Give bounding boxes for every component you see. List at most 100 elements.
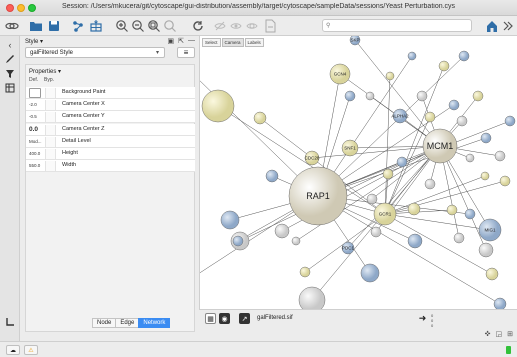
hide-icon[interactable]: [212, 18, 228, 34]
network-node[interactable]: [366, 193, 378, 205]
network-edge[interactable]: [384, 180, 506, 215]
style-panel-title[interactable]: Style ▾: [25, 38, 43, 45]
network-node[interactable]: [456, 115, 468, 127]
network-node[interactable]: [438, 60, 450, 72]
import-network-icon[interactable]: [70, 18, 86, 34]
network-node[interactable]: [298, 286, 326, 309]
filter-icon[interactable]: [4, 68, 16, 80]
property-row[interactable]: 0.0 Camera Center Z: [26, 123, 195, 136]
property-row[interactable]: 400.0 Height: [26, 148, 195, 160]
network-edge[interactable]: [384, 75, 391, 215]
network-canvas[interactable]: RAP1 MCM1 GCR1 MIG1 GCN4 ALPHA2 CDC28 PDC1 SNF1 S…: [200, 36, 517, 309]
network-node[interactable]: [493, 297, 507, 309]
property-default[interactable]: 550.0: [29, 162, 42, 170]
network-node[interactable]: [344, 90, 356, 102]
property-bypass[interactable]: [45, 161, 56, 172]
zoom-fit-icon[interactable]: [146, 18, 162, 34]
export-network-icon[interactable]: ➜: [417, 313, 428, 324]
network-node[interactable]: [385, 71, 395, 81]
network-node[interactable]: [407, 233, 423, 249]
cloud-icon[interactable]: ☁: [6, 345, 20, 355]
property-row[interactable]: Mod... Detail Level: [26, 135, 195, 148]
settings-icon[interactable]: ⊞: [507, 330, 513, 338]
network-node[interactable]: [299, 266, 311, 278]
tab-edge[interactable]: Edge: [115, 318, 140, 328]
network-node[interactable]: [360, 263, 380, 283]
network-node[interactable]: [253, 111, 267, 125]
export-icon[interactable]: [262, 18, 278, 34]
network-node[interactable]: [446, 204, 458, 216]
network-node[interactable]: [220, 210, 240, 230]
property-bypass[interactable]: [45, 112, 56, 123]
network-node[interactable]: [265, 169, 279, 183]
network-node[interactable]: [485, 267, 499, 281]
properties-dropdown[interactable]: Properties ▾: [29, 68, 61, 75]
zoom-in-icon[interactable]: [114, 18, 130, 34]
dock-corner-icon[interactable]: [4, 316, 16, 328]
property-default[interactable]: 400.0: [29, 150, 42, 158]
warning-icon[interactable]: ⚠: [24, 345, 38, 355]
network-node[interactable]: [472, 90, 484, 102]
pin-icon[interactable]: ⇱: [178, 37, 184, 45]
home-icon[interactable]: [484, 18, 500, 34]
network-edge[interactable]: [317, 120, 511, 197]
network-node[interactable]: [407, 51, 417, 61]
save-icon[interactable]: [46, 18, 62, 34]
network-node[interactable]: [458, 50, 470, 62]
tab-network[interactable]: Network: [138, 318, 171, 328]
network-node[interactable]: [370, 226, 382, 238]
network-edge[interactable]: [384, 213, 493, 275]
network-node[interactable]: [465, 153, 475, 163]
property-default[interactable]: [29, 88, 41, 98]
grid-view-icon[interactable]: ▦: [205, 313, 216, 324]
network-node[interactable]: [499, 175, 511, 187]
network-node[interactable]: [478, 242, 494, 258]
navigate-icon[interactable]: ✜: [485, 330, 491, 338]
network-node[interactable]: [274, 223, 290, 239]
network-node[interactable]: [407, 202, 421, 216]
property-bypass[interactable]: [45, 136, 56, 147]
property-bypass[interactable]: [45, 124, 56, 135]
tab-camera[interactable]: Camera: [221, 38, 244, 47]
property-default[interactable]: -2.0: [29, 101, 42, 109]
property-row[interactable]: -0.5 Camera Center Y: [26, 111, 195, 124]
property-default[interactable]: Mod...: [29, 138, 42, 146]
network-node[interactable]: [201, 89, 235, 123]
open-file-icon[interactable]: [28, 18, 44, 34]
more-icon[interactable]: [500, 18, 516, 34]
network-node[interactable]: [365, 91, 375, 101]
style-select[interactable]: galFiltered Style ▾: [25, 47, 165, 58]
network-node[interactable]: [291, 236, 301, 246]
tab-labels[interactable]: Labels: [244, 38, 264, 47]
zoom-out-icon[interactable]: [130, 18, 146, 34]
open-session-icon[interactable]: [4, 18, 20, 34]
network-node[interactable]: [494, 150, 506, 162]
refresh-icon[interactable]: [190, 18, 206, 34]
property-row[interactable]: Background Paint: [26, 87, 195, 99]
network-node[interactable]: [453, 232, 465, 244]
import-table-icon[interactable]: [88, 18, 104, 34]
property-bypass[interactable]: [45, 88, 56, 98]
network-edge[interactable]: [339, 73, 441, 147]
network-node[interactable]: [396, 156, 408, 168]
float-panel-icon[interactable]: ▣: [168, 37, 175, 45]
network-node[interactable]: [424, 178, 436, 190]
network-node[interactable]: [448, 99, 460, 111]
network-node[interactable]: [382, 168, 394, 180]
property-bypass[interactable]: [45, 100, 56, 111]
expand-icon[interactable]: ↗: [239, 313, 250, 324]
network-node[interactable]: [480, 171, 490, 181]
style-tool-icon[interactable]: [4, 53, 16, 65]
style-menu-button[interactable]: ≡: [177, 47, 195, 58]
network-view[interactable]: RAP1 MCM1 GCR1 MIG1 GCN4 ALPHA2 CDC28 PDC1 SNF1 S…: [199, 36, 517, 309]
network-edge[interactable]: [347, 145, 441, 249]
zoom-selected-icon[interactable]: [162, 18, 178, 34]
network-node[interactable]: [424, 111, 436, 123]
visibility-icon[interactable]: [244, 18, 260, 34]
table-icon[interactable]: [4, 82, 16, 94]
memory-status-icon[interactable]: [506, 346, 511, 354]
network-node[interactable]: [416, 90, 428, 102]
network-node[interactable]: [480, 132, 492, 144]
search-input[interactable]: [332, 22, 463, 29]
property-row[interactable]: -2.0 Camera Center X: [26, 99, 195, 112]
